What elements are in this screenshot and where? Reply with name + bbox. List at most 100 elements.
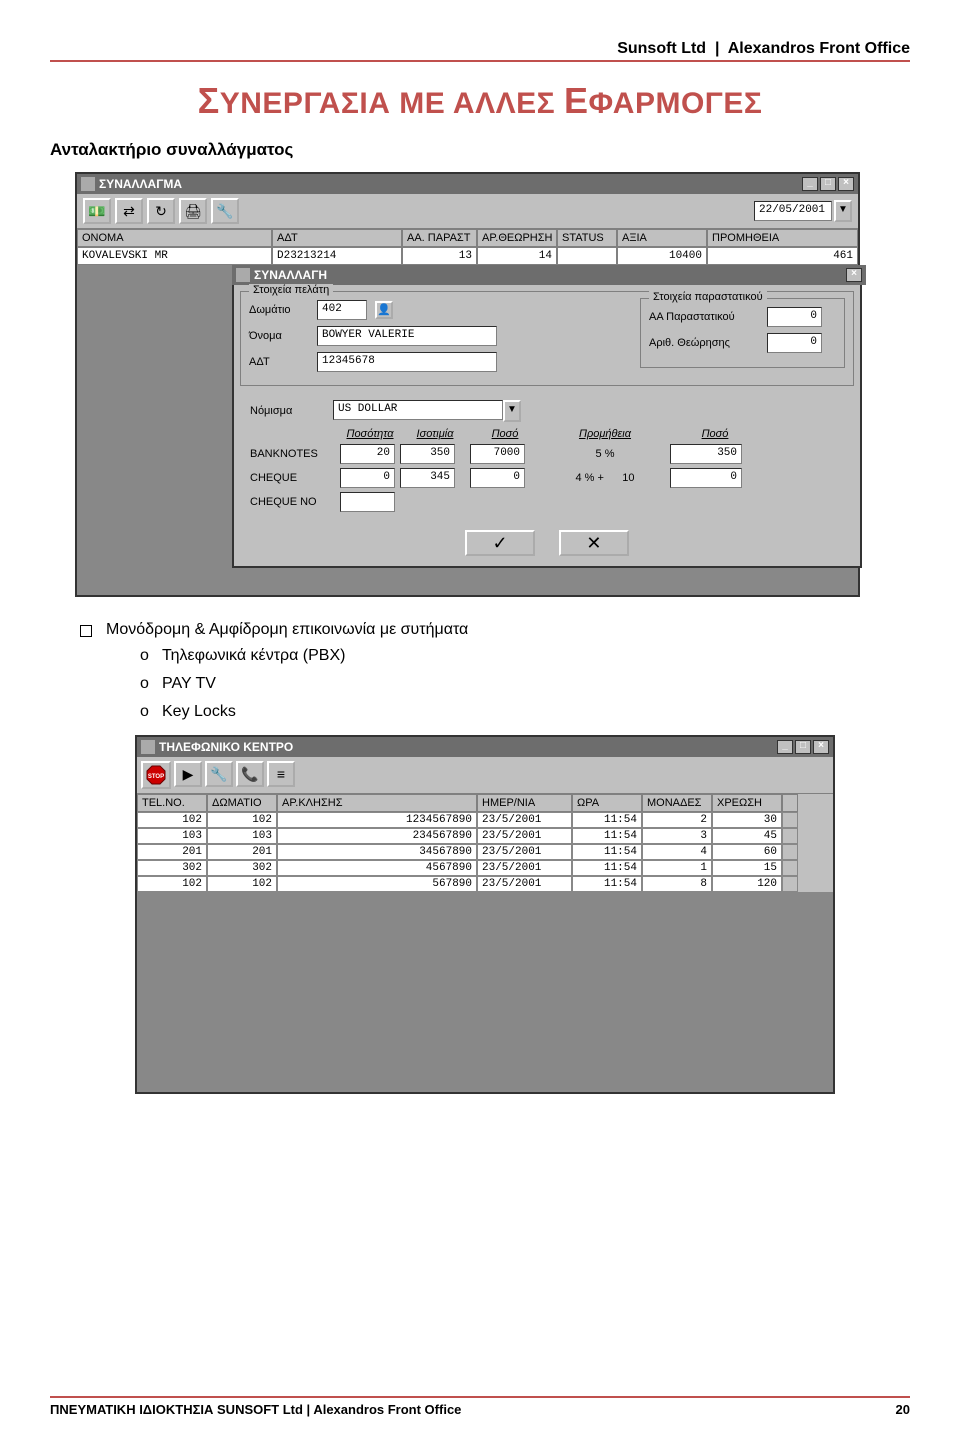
- doc-aa-input[interactable]: 0: [767, 307, 822, 327]
- banknotes-final[interactable]: 350: [670, 444, 742, 464]
- stop-button[interactable]: STOP: [141, 761, 171, 789]
- cell-axia[interactable]: 10400: [617, 247, 707, 265]
- sub-bullet-0: oΤηλεφωνικά κέντρα (PBX): [140, 647, 910, 665]
- customer-fieldset: Στοιχεία πελάτη Δωμάτιο 402 👤 Όνομα BOWY…: [240, 291, 854, 386]
- exchange-window: ΣΥΝΑΛΛΑΓΜΑ _ □ × 💵 ⇄ ↻ 🖨 🔧 22/05/2001 ▼: [75, 172, 860, 597]
- pbx-maximize-button[interactable]: □: [795, 740, 811, 754]
- sub-bullet-1: oPAY TV: [140, 675, 910, 693]
- doc-aa-label: ΑΑ Παραστατικού: [649, 311, 759, 323]
- convert-icon[interactable]: ⇄: [115, 198, 143, 224]
- cell-status[interactable]: [557, 247, 617, 265]
- table-row[interactable]: 10310323456789023/5/200111:54345: [137, 828, 833, 844]
- cell-theor[interactable]: 14: [477, 247, 557, 265]
- chequeno-input[interactable]: [340, 492, 395, 512]
- col-date[interactable]: ΗΜΕΡ/ΝΙΑ: [477, 794, 572, 812]
- ok-button[interactable]: ✓: [465, 530, 535, 556]
- cell-prom[interactable]: 461: [707, 247, 858, 265]
- section-subtitle: Ανταλακτήριο συναλλάγματος: [50, 140, 910, 160]
- cheque-comm: 4 % + 10: [540, 472, 670, 484]
- cheque-rate[interactable]: 345: [400, 468, 455, 488]
- doc-theor-label: Αριθ. Θεώρησης: [649, 337, 759, 349]
- exchange-toolbar: 💵 ⇄ ↻ 🖨 🔧 22/05/2001 ▼: [77, 194, 858, 229]
- currency-select[interactable]: US DOLLAR: [333, 400, 503, 420]
- col-telno[interactable]: TEL.NO.: [137, 794, 207, 812]
- doc-theor-input[interactable]: 0: [767, 333, 822, 353]
- doc-fieldset-label: Στοιχεία παραστατικού: [649, 291, 767, 303]
- money-icon[interactable]: 💵: [83, 198, 111, 224]
- banknotes-label: BANKNOTES: [250, 448, 340, 460]
- col-theor[interactable]: ΑΡ.ΘΕΩΡΗΣΗ: [477, 229, 557, 247]
- pbx-grid: TEL.NO. ΔΩΜΑΤΙΟ ΑΡ.ΚΛΗΣΗΣ ΗΜΕΡ/ΝΙΑ ΩΡΑ Μ…: [137, 794, 833, 1092]
- table-row[interactable]: 2012013456789023/5/200111:54460: [137, 844, 833, 860]
- transaction-close-button[interactable]: ×: [846, 268, 862, 282]
- page-number: 20: [896, 1402, 910, 1417]
- col-final: Ποσό: [670, 428, 760, 440]
- banknotes-comm: 5 %: [540, 448, 670, 460]
- doc-fieldset: Στοιχεία παραστατικού ΑΑ Παραστατικού 0 …: [640, 298, 845, 368]
- cheque-amount[interactable]: 0: [470, 468, 525, 488]
- col-comm: Προμήθεια: [540, 428, 670, 440]
- banknotes-rate[interactable]: 350: [400, 444, 455, 464]
- cancel-button[interactable]: ✕: [559, 530, 629, 556]
- col-time[interactable]: ΩΡΑ: [572, 794, 642, 812]
- adt-input[interactable]: 12345678: [317, 352, 497, 372]
- svg-text:STOP: STOP: [148, 774, 164, 780]
- bullet-square-icon: [80, 625, 92, 637]
- col-qty: Ποσότητα: [340, 428, 400, 440]
- customer-fieldset-label: Στοιχεία πελάτη: [249, 284, 333, 296]
- play-icon[interactable]: ▶: [174, 761, 202, 787]
- print-icon[interactable]: 🖨: [179, 198, 207, 224]
- col-callno[interactable]: ΑΡ.ΚΛΗΣΗΣ: [277, 794, 477, 812]
- bullet-main: Μονόδρομη & Αμφίδρομη επικοινωνία με συτ…: [106, 621, 468, 639]
- pbx-window-title: ΤΗΛΕΦΩΝΙΚΟ ΚΕΝΤΡΟ: [159, 740, 293, 754]
- pbx-scrollbar[interactable]: [782, 794, 798, 812]
- table-row[interactable]: 302302456789023/5/200111:54115: [137, 860, 833, 876]
- date-dropdown-icon[interactable]: ▼: [834, 200, 852, 222]
- banknotes-qty[interactable]: 20: [340, 444, 395, 464]
- table-row[interactable]: 102102123456789023/5/200111:54230: [137, 812, 833, 828]
- header-company: Sunsoft Ltd: [617, 40, 706, 57]
- col-charge[interactable]: ΧΡΕΩΣΗ: [712, 794, 782, 812]
- col-axia[interactable]: ΑΞΙΑ: [617, 229, 707, 247]
- cheque-qty[interactable]: 0: [340, 468, 395, 488]
- pbx-titlebar[interactable]: ΤΗΛΕΦΩΝΙΚΟ ΚΕΝΤΡΟ _ □ ×: [137, 737, 833, 757]
- col-parast[interactable]: ΑΑ. ΠΑΡΑΣΤ: [402, 229, 477, 247]
- cell-adt[interactable]: D23213214: [272, 247, 402, 265]
- table-row[interactable]: 10210256789023/5/200111:548120: [137, 876, 833, 892]
- currency-label: Νόμισμα: [250, 405, 325, 417]
- date-input[interactable]: 22/05/2001: [754, 201, 832, 221]
- col-units[interactable]: ΜΟΝΑΔΕΣ: [642, 794, 712, 812]
- settings-icon[interactable]: 🔧: [211, 198, 239, 224]
- pbx-close-button[interactable]: ×: [813, 740, 829, 754]
- adt-label: ΑΔΤ: [249, 356, 309, 368]
- col-amount: Ποσό: [470, 428, 540, 440]
- exchange-titlebar[interactable]: ΣΥΝΑΛΛΑΓΜΑ _ □ ×: [77, 174, 858, 194]
- cell-parast[interactable]: 13: [402, 247, 477, 265]
- transaction-titlebar[interactable]: ΣΥΝΑΛΛΑΓΗ ×: [232, 265, 866, 285]
- transaction-window-title: ΣΥΝΑΛΛΑΓΗ: [254, 268, 327, 282]
- maximize-button[interactable]: □: [820, 177, 836, 191]
- name-input[interactable]: BOWYER VALERIE: [317, 326, 497, 346]
- cheque-final[interactable]: 0: [670, 468, 742, 488]
- phone-icon[interactable]: 📞: [236, 761, 264, 787]
- col-room[interactable]: ΔΩΜΑΤΙΟ: [207, 794, 277, 812]
- close-button[interactable]: ×: [838, 177, 854, 191]
- list-icon[interactable]: ≡: [267, 761, 295, 787]
- col-prom[interactable]: ΠΡΟΜΗΘΕΙΑ: [707, 229, 858, 247]
- wrench-icon[interactable]: 🔧: [205, 761, 233, 787]
- col-adt[interactable]: ΑΔΤ: [272, 229, 402, 247]
- exchange-window-title: ΣΥΝΑΛΛΑΓΜΑ: [99, 177, 182, 191]
- room-lookup-icon[interactable]: 👤: [375, 301, 393, 319]
- currency-block: Νόμισμα US DOLLAR ▼ Ποσότητα Ισοτιμία Πο…: [240, 394, 854, 522]
- room-label: Δωμάτιο: [249, 304, 309, 316]
- refresh-icon[interactable]: ↻: [147, 198, 175, 224]
- banknotes-amount[interactable]: 7000: [470, 444, 525, 464]
- cheque-label: CHEQUE: [250, 472, 340, 484]
- col-name[interactable]: ΟΝΟΜΑ: [77, 229, 272, 247]
- minimize-button[interactable]: _: [802, 177, 818, 191]
- room-input[interactable]: 402: [317, 300, 367, 320]
- currency-dropdown-icon[interactable]: ▼: [503, 400, 521, 422]
- pbx-minimize-button[interactable]: _: [777, 740, 793, 754]
- cell-name[interactable]: KOVALEVSKI MR: [77, 247, 272, 265]
- col-status[interactable]: STATUS: [557, 229, 617, 247]
